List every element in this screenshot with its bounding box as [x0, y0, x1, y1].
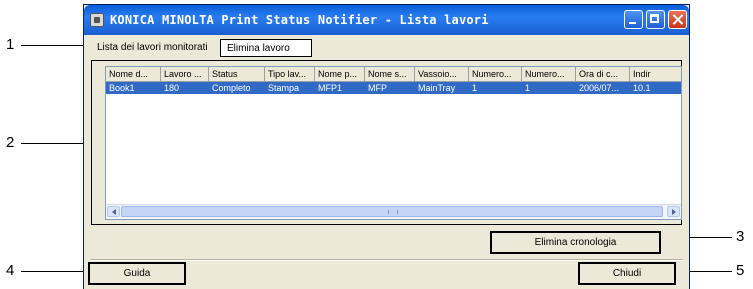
column-header[interactable]: Nome s...: [365, 67, 415, 82]
maximize-icon[interactable]: [646, 10, 665, 29]
table-cell: 1: [472, 83, 478, 93]
callout-1: 1: [6, 36, 15, 53]
column-header[interactable]: Vassoio...: [415, 67, 469, 82]
tab-panel: Nome d... Lavoro ... Status Tipo lav... …: [91, 60, 682, 225]
tab-lista-lavori-monitorati[interactable]: Lista dei lavori monitorati: [93, 39, 220, 57]
table-cell: MFP: [368, 83, 387, 93]
column-header[interactable]: Lavoro ...: [161, 67, 209, 82]
column-header[interactable]: Numero...: [522, 67, 576, 82]
callout-3: 3: [736, 228, 745, 245]
callout-line-4: [21, 271, 89, 272]
scroll-thumb[interactable]: [121, 206, 663, 217]
jobs-list[interactable]: Nome d... Lavoro ... Status Tipo lav... …: [105, 66, 682, 220]
title-bar[interactable]: KONICA MINOLTA Print Status Notifier - L…: [84, 5, 689, 35]
table-row[interactable]: Book1 180 Completo Stampa MFP1 MFP MainT…: [106, 82, 681, 94]
column-header[interactable]: Tipo lav...: [265, 67, 315, 82]
app-window: KONICA MINOLTA Print Status Notifier - L…: [83, 4, 690, 289]
column-header[interactable]: Nome d...: [106, 67, 161, 82]
elimina-cronologia-button[interactable]: Elimina cronologia: [490, 231, 661, 254]
callout-4: 4: [6, 262, 15, 279]
callout-line-2: [21, 143, 87, 144]
divider: [90, 259, 683, 261]
column-header[interactable]: Nome p...: [315, 67, 365, 82]
table-cell: 10.1: [633, 83, 651, 93]
table-cell: Stampa: [268, 83, 300, 93]
column-header[interactable]: Indir: [630, 67, 681, 82]
window-title: KONICA MINOLTA Print Status Notifier - L…: [110, 13, 489, 27]
printer-app-icon: [90, 13, 104, 27]
column-header[interactable]: Numero...: [469, 67, 522, 82]
table-cell: 1: [525, 83, 531, 93]
horizontal-scrollbar[interactable]: [106, 204, 681, 219]
scroll-right-icon[interactable]: [667, 206, 680, 217]
close-icon[interactable]: [668, 10, 687, 29]
column-header[interactable]: Ora di c...: [576, 67, 630, 82]
list-header: Nome d... Lavoro ... Status Tipo lav... …: [106, 67, 681, 82]
chiudi-button[interactable]: Chiudi: [578, 262, 676, 285]
callout-5: 5: [736, 262, 745, 279]
tab-elimina-lavoro[interactable]: Elimina lavoro: [220, 39, 312, 57]
callout-2: 2: [6, 134, 15, 151]
column-header[interactable]: Status: [209, 67, 265, 82]
minimize-icon[interactable]: [624, 10, 643, 29]
table-cell: 180: [164, 83, 180, 93]
table-cell: MainTray: [418, 83, 456, 93]
table-cell: Book1: [109, 83, 135, 93]
table-cell: 2006/07...: [579, 83, 620, 93]
scroll-left-icon[interactable]: [107, 206, 120, 217]
table-cell: Completo: [212, 83, 251, 93]
callout-line-1: [21, 45, 87, 46]
table-cell: MFP1: [318, 83, 343, 93]
guida-button[interactable]: Guida: [88, 262, 186, 285]
